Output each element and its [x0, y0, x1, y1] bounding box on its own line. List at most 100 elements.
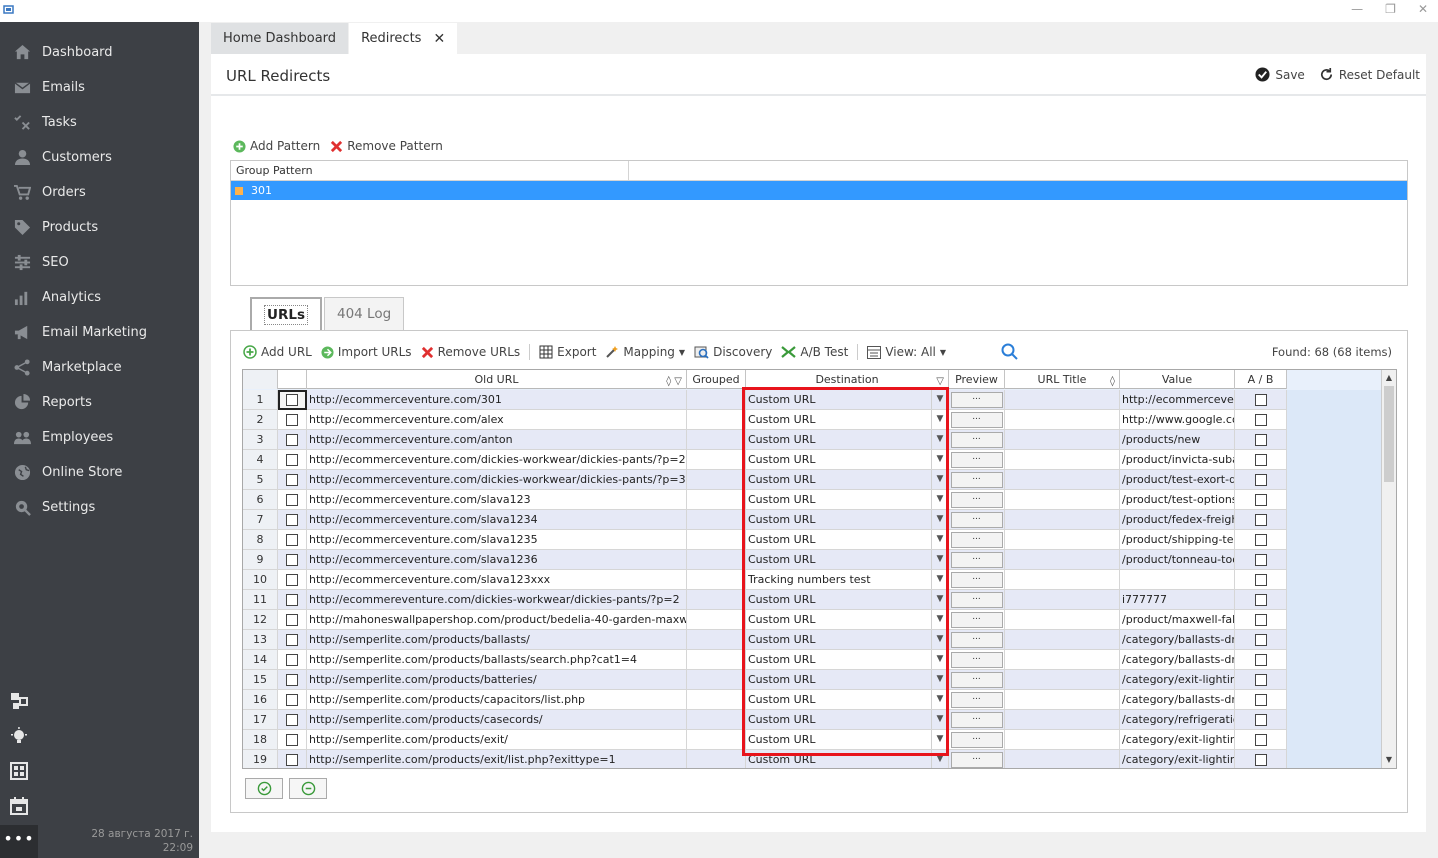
destination-cell[interactable]: Custom URL ▼: [746, 490, 949, 510]
ab-checkbox[interactable]: [1254, 413, 1267, 426]
sidebar-item-orders[interactable]: Orders: [0, 175, 199, 210]
ab-checkbox[interactable]: [1254, 693, 1267, 706]
url-title-cell[interactable]: [1005, 650, 1120, 670]
sidebar-item-employees[interactable]: Employees: [0, 420, 199, 455]
old-url-cell[interactable]: http://semperlite.com/products/exit/: [307, 730, 687, 750]
value-cell[interactable]: /product/fedex-freight: [1120, 510, 1235, 530]
value-cell[interactable]: /category/refrigeration: [1120, 710, 1235, 730]
grouped-cell[interactable]: [687, 610, 746, 630]
url-title-cell[interactable]: [1005, 570, 1120, 590]
url-title-cell[interactable]: [1005, 430, 1120, 450]
chevron-down-icon[interactable]: ▼: [931, 590, 948, 609]
old-url-cell[interactable]: http://ecommerceventure.com/slava1235: [307, 530, 687, 550]
table-row[interactable]: 8 http://ecommerceventure.com/slava1235 Cu…: [243, 530, 1287, 550]
row-checkbox-cell[interactable]: [278, 670, 307, 690]
ab-cell[interactable]: [1235, 670, 1287, 690]
value-cell[interactable]: http://www.google.cor: [1120, 410, 1235, 430]
url-title-cell[interactable]: [1005, 750, 1120, 768]
destination-cell[interactable]: Tracking numbers test ▼: [746, 570, 949, 590]
row-checkbox[interactable]: [286, 393, 298, 406]
row-checkbox[interactable]: [286, 593, 298, 606]
header-url-title[interactable]: URL Title ◊: [1005, 370, 1120, 389]
destination-cell[interactable]: Custom URL ▼: [746, 650, 949, 670]
destination-cell[interactable]: Custom URL ▼: [746, 510, 949, 530]
grouped-cell[interactable]: [687, 590, 746, 610]
preview-button[interactable]: ...: [950, 711, 1003, 728]
header-preview[interactable]: Preview: [949, 370, 1005, 389]
grouped-cell[interactable]: [687, 630, 746, 650]
reset-default-button[interactable]: Reset Default: [1319, 67, 1420, 82]
grouped-cell[interactable]: [687, 710, 746, 730]
select-all-corner[interactable]: [243, 370, 278, 389]
table-row[interactable]: 4 http://ecommerceventure.com/dickies-wor…: [243, 450, 1287, 470]
grouped-cell[interactable]: [687, 670, 746, 690]
confirm-button[interactable]: [245, 778, 283, 799]
old-url-cell[interactable]: http://semperlite.com/products/casecords…: [307, 710, 687, 730]
url-title-cell[interactable]: [1005, 530, 1120, 550]
table-row[interactable]: 15 http://semperlite.com/products/batteri…: [243, 670, 1287, 690]
ab-checkbox[interactable]: [1254, 673, 1267, 686]
ab-checkbox[interactable]: [1254, 713, 1267, 726]
save-button[interactable]: Save: [1255, 67, 1305, 82]
ab-cell[interactable]: [1235, 730, 1287, 750]
old-url-cell[interactable]: http://ecommerceventure.com/slava123: [307, 490, 687, 510]
url-title-cell[interactable]: [1005, 670, 1120, 690]
table-row[interactable]: 17 http://semperlite.com/products/casecor…: [243, 710, 1287, 730]
header-old-url[interactable]: Old URL ◊ ▽: [307, 370, 687, 389]
table-row[interactable]: 2 http://ecommerceventure.com/alex Custom …: [243, 410, 1287, 430]
row-checkbox-cell[interactable]: [278, 750, 307, 768]
url-title-cell[interactable]: [1005, 410, 1120, 430]
grid-scrollbar[interactable]: ▲ ▼: [1381, 370, 1396, 768]
row-checkbox[interactable]: [286, 533, 298, 546]
grouped-cell[interactable]: [687, 730, 746, 750]
preview-button[interactable]: ...: [950, 531, 1003, 548]
table-row[interactable]: 9 http://ecommerceventure.com/slava1236 Cu…: [243, 550, 1287, 570]
value-cell[interactable]: /product/invicta-subac: [1120, 450, 1235, 470]
row-checkbox-cell[interactable]: [278, 470, 307, 490]
row-checkbox-cell[interactable]: [278, 430, 307, 450]
ab-checkbox[interactable]: [1254, 533, 1267, 546]
table-row[interactable]: 13 http://semperlite.com/products/ballast…: [243, 630, 1287, 650]
chevron-down-icon[interactable]: ▼: [931, 410, 948, 429]
ab-cell[interactable]: [1235, 610, 1287, 630]
row-checkbox-cell[interactable]: [278, 510, 307, 530]
chevron-down-icon[interactable]: ▼: [931, 710, 948, 729]
preview-button[interactable]: ...: [950, 731, 1003, 748]
value-cell[interactable]: /category/exit-lighting: [1120, 670, 1235, 690]
ab-checkbox[interactable]: [1254, 653, 1267, 666]
destination-cell[interactable]: Custom URL ▼: [746, 750, 949, 768]
widgets-icon[interactable]: [10, 762, 28, 783]
ab-checkbox[interactable]: [1254, 733, 1267, 746]
row-checkbox-cell[interactable]: [278, 570, 307, 590]
ab-checkbox[interactable]: [1254, 613, 1267, 626]
row-checkbox[interactable]: [286, 713, 298, 726]
row-checkbox-cell[interactable]: [278, 550, 307, 570]
grouped-cell[interactable]: [687, 510, 746, 530]
chevron-down-icon[interactable]: ▼: [931, 450, 948, 469]
row-checkbox-cell[interactable]: [278, 650, 307, 670]
destination-cell[interactable]: Custom URL ▼: [746, 430, 949, 450]
row-checkbox-cell[interactable]: [278, 690, 307, 710]
row-checkbox-cell[interactable]: [278, 490, 307, 510]
preview-button[interactable]: ...: [950, 671, 1003, 688]
old-url-cell[interactable]: http://ecommerceventure.com/dickies-work…: [307, 470, 687, 490]
ab-checkbox[interactable]: [1254, 753, 1267, 766]
destination-cell[interactable]: Custom URL ▼: [746, 610, 949, 630]
table-row[interactable]: 5 http://ecommerceventure.com/dickies-wor…: [243, 470, 1287, 490]
table-row[interactable]: 6 http://ecommerceventure.com/slava123 Cus…: [243, 490, 1287, 510]
search-icon[interactable]: [1001, 343, 1018, 363]
remove-pattern-button[interactable]: Remove Pattern: [330, 139, 443, 153]
ab-cell[interactable]: [1235, 470, 1287, 490]
grouped-cell[interactable]: [687, 750, 746, 768]
preview-button[interactable]: ...: [950, 511, 1003, 528]
chevron-down-icon[interactable]: ▼: [931, 390, 948, 409]
chevron-down-icon[interactable]: ▼: [931, 730, 948, 749]
preview-button[interactable]: ...: [950, 611, 1003, 628]
destination-cell[interactable]: Custom URL ▼: [746, 390, 949, 410]
mapping-button[interactable]: Mapping ▼: [605, 345, 685, 359]
destination-cell[interactable]: Custom URL ▼: [746, 730, 949, 750]
grouped-cell[interactable]: [687, 430, 746, 450]
close-window-button[interactable]: ✕: [1418, 2, 1428, 16]
old-url-cell[interactable]: http://ecommerceventure.com/301: [307, 390, 687, 410]
url-title-cell[interactable]: [1005, 710, 1120, 730]
